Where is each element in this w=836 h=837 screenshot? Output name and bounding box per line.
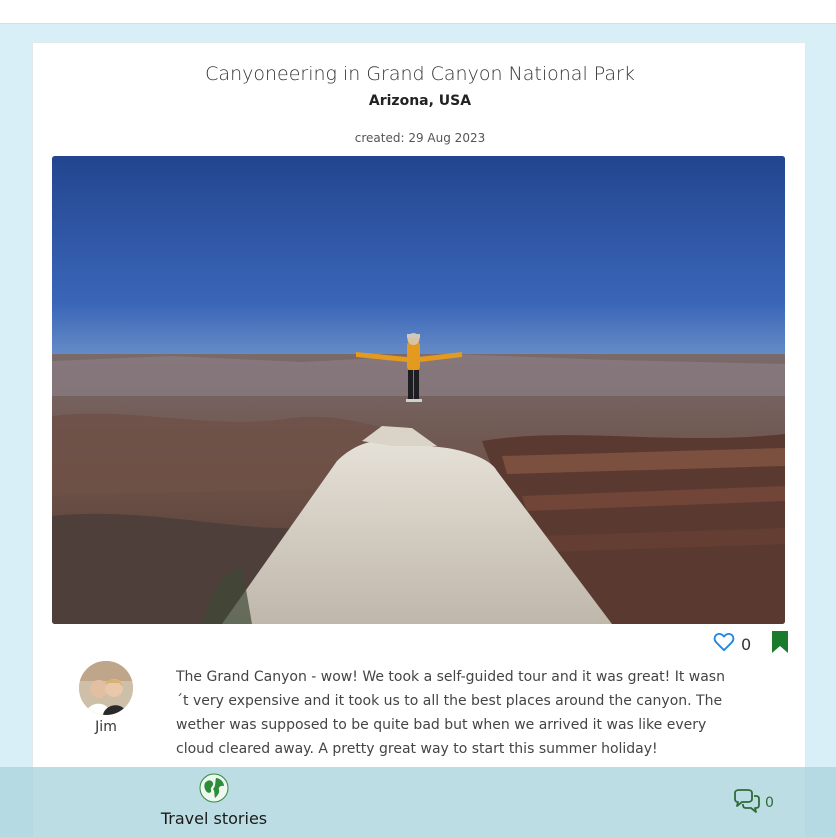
comments-link[interactable]: 0 xyxy=(733,789,774,817)
post-created-date: created: 29 Aug 2023 xyxy=(354,131,486,145)
post-body: The Grand Canyon - wow! We took a self-g… xyxy=(176,669,725,757)
post-title: Canyoneering in Grand Canyon National Pa… xyxy=(205,63,635,85)
footer: Travel stories 0 xyxy=(0,767,836,837)
like-count: 0 xyxy=(741,634,752,654)
comment-count: 0 xyxy=(765,795,774,811)
post-card: Canyoneering in Grand Canyon National Pa… xyxy=(32,42,806,837)
globe-icon xyxy=(199,773,229,807)
author-name: Jim xyxy=(95,719,117,735)
top-navbar xyxy=(0,0,836,24)
comments-icon xyxy=(733,789,761,817)
post-actions: 0 xyxy=(713,631,789,657)
post-image xyxy=(52,156,785,624)
bookmark-icon[interactable] xyxy=(771,630,789,658)
post-location: Arizona, USA xyxy=(368,93,472,109)
post-author[interactable]: Jim xyxy=(77,661,135,735)
heart-outline-icon[interactable] xyxy=(713,632,735,656)
brand-link[interactable]: Travel stories xyxy=(159,773,269,828)
brand-name: Travel stories xyxy=(160,809,268,828)
author-avatar[interactable] xyxy=(79,661,133,715)
